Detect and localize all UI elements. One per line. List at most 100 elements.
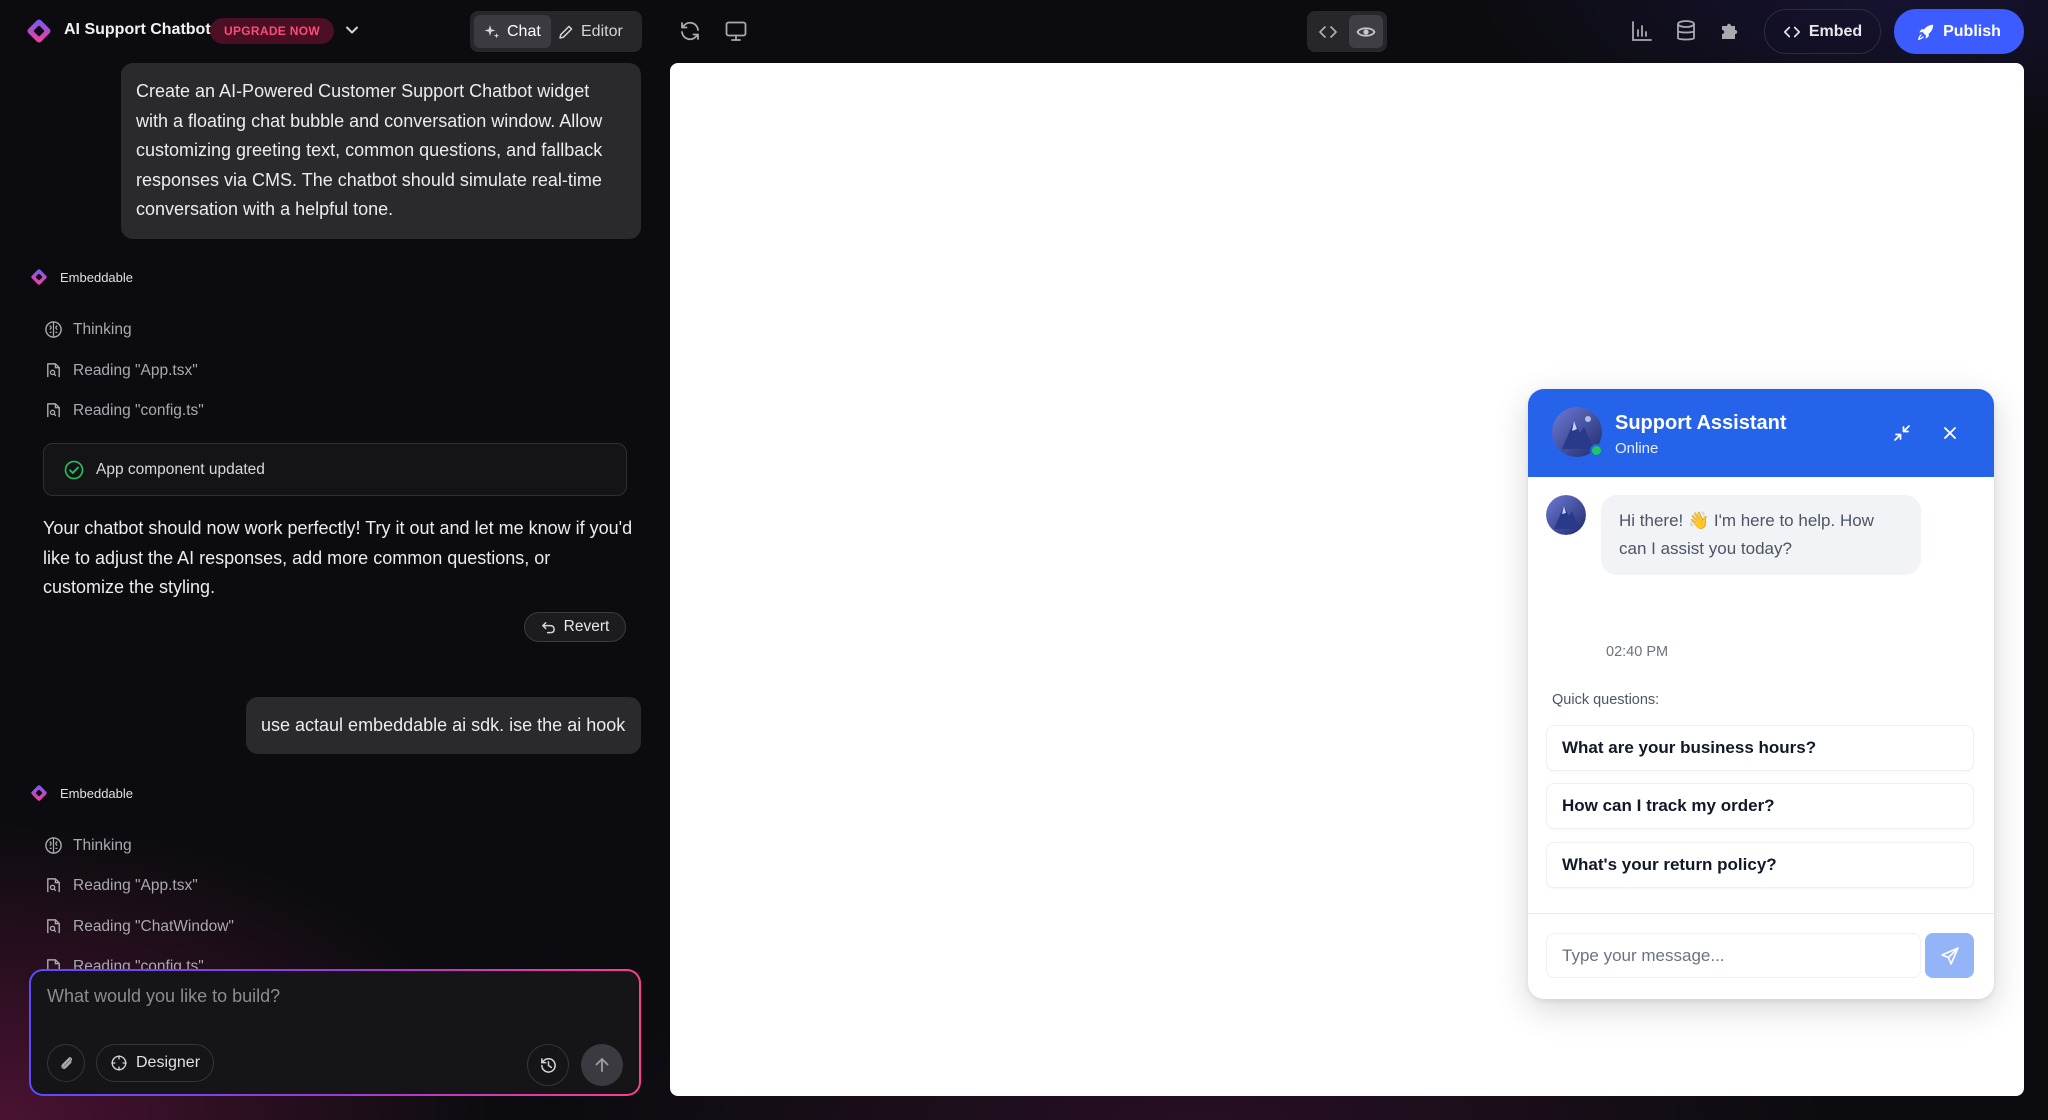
divider [1528, 913, 1994, 914]
quick-questions-label: Quick questions: [1552, 692, 1660, 708]
database-icon [1677, 20, 1695, 41]
attach-button[interactable] [47, 1044, 85, 1082]
tab-editor-label: Editor [581, 22, 623, 40]
monitor-icon [725, 21, 747, 41]
send-button[interactable] [581, 1044, 623, 1086]
chevron-down-icon[interactable] [342, 20, 362, 40]
database-button[interactable] [1672, 17, 1700, 45]
code-view-button[interactable] [1311, 15, 1345, 48]
app-title: AI Support Chatbot [64, 21, 211, 38]
prompt-input-box: What would you like to build? Designer [29, 969, 641, 1096]
tab-chat[interactable]: Chat [474, 15, 551, 48]
close-button[interactable] [1938, 421, 1962, 445]
crosshair-icon [111, 1055, 127, 1071]
chat-widget: Support Assistant Online Hi there! 👋 I'm… [1528, 389, 1994, 999]
prompt-input-inner: What would you like to build? Designer [31, 971, 639, 1094]
quick-question-button[interactable]: What's your return policy? [1546, 842, 1974, 888]
agent-step: Thinking [44, 836, 132, 855]
greeting-message: Hi there! 👋 I'm here to help. How can I … [1601, 495, 1921, 575]
preview-view-button[interactable] [1349, 15, 1383, 48]
agent-step: Reading "config.ts" [44, 401, 204, 420]
refresh-icon [681, 21, 699, 41]
bar-chart-icon [1632, 21, 1652, 41]
integrations-button[interactable] [1716, 17, 1744, 45]
view-switch [1307, 11, 1387, 52]
pencil-icon [559, 25, 573, 39]
agent-step-label: Reading "App.tsx" [73, 876, 198, 894]
revert-label: Revert [563, 618, 610, 635]
agent-step: Reading "App.tsx" [44, 361, 198, 380]
history-button[interactable] [527, 1044, 569, 1086]
mode-switch: Chat Editor [470, 11, 642, 52]
tab-chat-label: Chat [507, 22, 541, 40]
check-circle-icon [64, 460, 84, 479]
message-input[interactable]: Type your message... [1546, 933, 1921, 978]
quick-question-button[interactable]: How can I track my order? [1546, 783, 1974, 829]
upgrade-button[interactable]: UPGRADE NOW [210, 18, 334, 44]
agent-step-label: Thinking [73, 320, 132, 338]
close-icon [1944, 427, 1956, 439]
tab-editor[interactable]: Editor [548, 15, 633, 48]
agent-step-label: Reading "ChatWindow" [73, 917, 234, 935]
eye-icon [1356, 26, 1376, 37]
designer-label: Designer [135, 1054, 201, 1071]
widget-send-button[interactable] [1925, 933, 1974, 978]
agent-step-label: Reading "App.tsx" [73, 361, 198, 379]
agent-name: Embeddable [60, 785, 133, 801]
sparkles-icon [484, 24, 500, 38]
minimize-icon [1894, 425, 1910, 441]
quick-question-button[interactable]: What are your business hours? [1546, 725, 1974, 771]
undo-icon [541, 621, 555, 633]
widget-title: Support Assistant [1615, 412, 1787, 434]
online-indicator [1590, 444, 1603, 457]
top-bar: AI Support Chatbot UPGRADE NOW Chat Edit… [0, 0, 2048, 63]
refresh-button[interactable] [676, 17, 704, 45]
widget-header: Support Assistant Online [1528, 389, 1994, 477]
user-message: use actaul embeddable ai sdk. ise the ai… [246, 697, 641, 754]
chat-panel: Create an AI-Powered Customer Support Ch… [0, 63, 660, 1120]
minimize-button[interactable] [1890, 421, 1914, 445]
agent-step: Thinking [44, 320, 132, 339]
paperclip-icon [61, 1057, 73, 1069]
publish-button[interactable]: Publish [1894, 9, 2024, 54]
file-search-icon [47, 878, 60, 893]
arrow-up-icon [595, 1058, 609, 1072]
agent-step: Reading "ChatWindow" [44, 917, 234, 936]
code-icon [1319, 25, 1337, 38]
embeddable-logo-icon [31, 269, 47, 285]
agent-step: Reading "App.tsx" [44, 876, 198, 895]
analytics-button[interactable] [1628, 17, 1656, 45]
preview-canvas: Support Assistant Online Hi there! 👋 I'm… [670, 63, 2024, 1096]
message-timestamp: 02:40 PM [1606, 644, 1669, 660]
embed-label: Embed [1808, 22, 1863, 40]
designer-button[interactable]: Designer [96, 1044, 214, 1082]
puzzle-icon [1722, 23, 1738, 39]
brain-icon [45, 837, 62, 854]
user-message: Create an AI-Powered Customer Support Ch… [121, 63, 641, 239]
agent-header: Embeddable [30, 784, 133, 802]
prompt-input[interactable]: What would you like to build? [47, 986, 280, 1007]
publish-label: Publish [1943, 22, 2001, 40]
brain-icon [45, 321, 62, 338]
file-search-icon [47, 919, 60, 934]
code-icon [1783, 26, 1800, 37]
widget-status: Online [1615, 440, 1659, 457]
agent-message: Your chatbot should now work perfectly! … [43, 518, 633, 597]
rocket-icon [1917, 24, 1934, 40]
file-search-icon [47, 403, 60, 418]
history-icon [540, 1057, 556, 1073]
revert-button[interactable]: Revert [524, 612, 626, 642]
agent-name: Embeddable [60, 269, 133, 285]
desktop-view-button[interactable] [722, 17, 750, 45]
send-icon [1940, 946, 1959, 965]
agent-header: Embeddable [30, 268, 133, 286]
assistant-avatar [1546, 495, 1586, 535]
embeddable-logo-icon [31, 785, 47, 801]
update-status-card[interactable]: App component updated [43, 443, 627, 496]
agent-step-label: Reading "config.ts" [73, 401, 204, 419]
embed-button[interactable]: Embed [1764, 9, 1881, 54]
update-status-label: App component updated [96, 460, 265, 478]
agent-step-label: Thinking [73, 836, 132, 854]
app-logo-icon [27, 19, 51, 43]
file-search-icon [47, 363, 60, 378]
